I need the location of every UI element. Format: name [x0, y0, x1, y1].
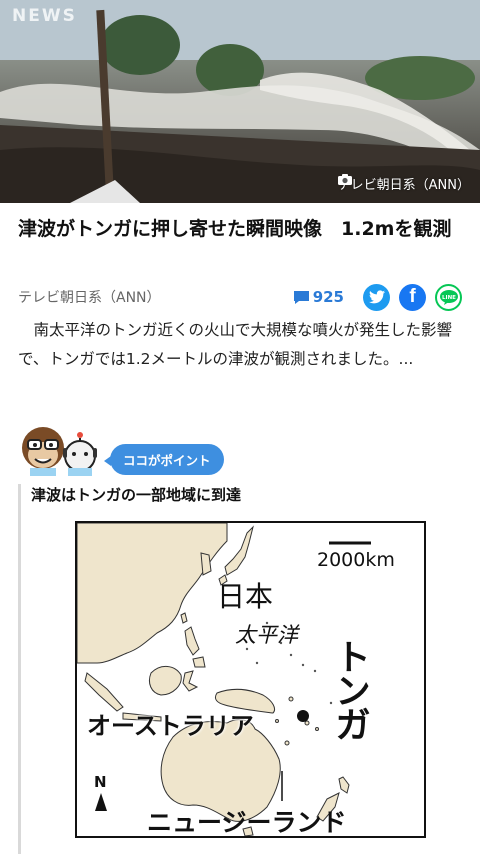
north-label: N [94, 773, 107, 791]
article-headline: 津波がトンガに押し寄せた瞬間映像 1.2mを観測 [18, 218, 452, 240]
article-hero-image[interactable]: NEWS テレビ朝日系（ANN） [0, 0, 480, 203]
point-section: ココがポイント [18, 424, 462, 476]
facebook-share-button[interactable]: f [399, 283, 426, 311]
article-summary[interactable]: 南太平洋のトンガ近くの火山で大規模な噴火が発生した影響で、トンガでは1.2メート… [18, 316, 464, 374]
new-zealand-label: ニュージーランド [147, 808, 347, 837]
japan-label: 日本 [217, 580, 274, 613]
point-subheading: 津波はトンガの一部地域に到達 [31, 486, 242, 504]
twitter-share-button[interactable] [363, 283, 390, 311]
article-source[interactable]: テレビ朝日系（ANN） [18, 287, 293, 307]
comments-link[interactable]: 925 [293, 288, 344, 306]
line-share-button[interactable]: LINE [435, 283, 462, 311]
tsunami-photo [0, 0, 480, 203]
article-meta-row: テレビ朝日系（ANN） 925 f LINE [18, 282, 462, 312]
camera-icon [337, 174, 352, 185]
line-icon: LINE [439, 290, 458, 305]
news-logo: NEWS [12, 6, 77, 26]
tonga-label: トンガ [329, 638, 370, 740]
image-credit-text: テレビ朝日系（ANN） [337, 178, 470, 193]
svg-text:LINE: LINE [442, 295, 456, 301]
pacific-label: 太平洋 [235, 623, 298, 647]
mascot-characters [22, 427, 97, 476]
point-badge[interactable]: ココがポイント [104, 444, 224, 475]
image-credit: テレビ朝日系（ANN） [337, 174, 470, 193]
comment-icon [293, 290, 309, 304]
comment-count: 925 [312, 288, 344, 306]
australia-label: オーストラリア [87, 712, 254, 740]
tonga-map[interactable]: 2000km 日本 太平洋 トンガ オーストラリア N ニュージーランド [75, 521, 426, 838]
point-content: 津波はトンガの一部地域に到達 2000km 日本 太平洋 トンガ オーストラリア… [18, 484, 462, 854]
facebook-icon: f [409, 286, 416, 307]
scale-label: 2000km [317, 549, 395, 571]
twitter-icon [368, 290, 385, 304]
